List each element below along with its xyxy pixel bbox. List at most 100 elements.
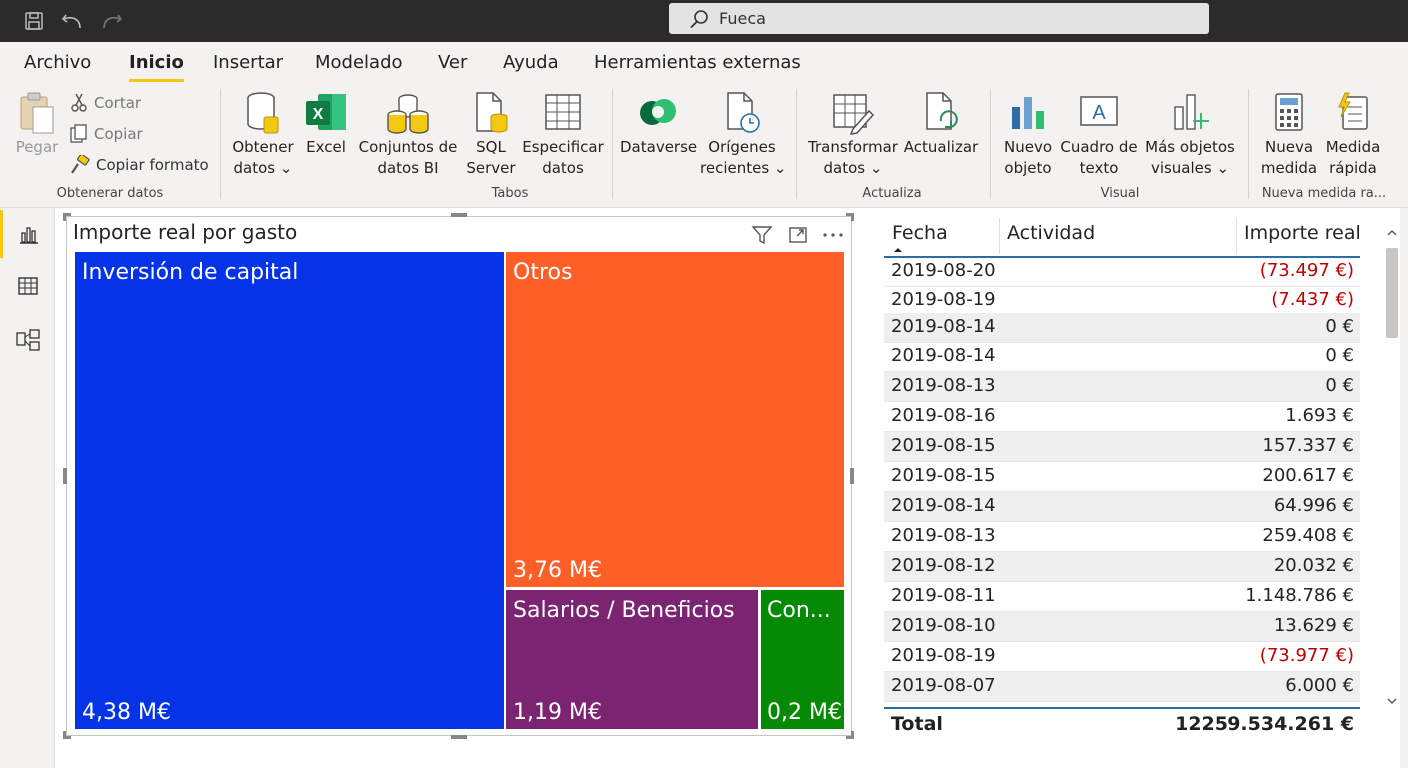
new-visual-button[interactable]: Nuevo objeto bbox=[1000, 91, 1056, 179]
datasets-button[interactable]: Conjuntos de datos BI bbox=[358, 91, 458, 179]
bar-chart-icon bbox=[1012, 97, 1044, 129]
cell-importe: 200.617 € bbox=[1262, 465, 1354, 486]
recent-sources-button[interactable]: Orígenes recientes ⌄ bbox=[700, 91, 786, 179]
table-row[interactable]: 2019-08-16 1.693 € bbox=[884, 402, 1360, 432]
table-row[interactable]: 2019-08-15 157.337 € bbox=[884, 432, 1360, 462]
more-options-icon[interactable] bbox=[821, 223, 845, 247]
resize-handle[interactable] bbox=[63, 468, 67, 484]
format-painter-button[interactable]: Copiar formato bbox=[70, 155, 209, 175]
more-visuals-button[interactable]: Más objetos visuales ⌄ bbox=[1142, 91, 1238, 179]
sql-server-button[interactable]: SQL Server bbox=[466, 91, 516, 179]
cell-importe: 0 € bbox=[1325, 316, 1354, 337]
tab-ver[interactable]: Ver bbox=[438, 52, 467, 82]
cut-label: Cortar bbox=[94, 94, 142, 112]
model-view-icon[interactable] bbox=[0, 316, 55, 364]
new-measure-button[interactable]: Nueva medida bbox=[1258, 91, 1320, 179]
tab-herramientas-externas[interactable]: Herramientas externas bbox=[594, 52, 801, 82]
table-row[interactable]: 2019-08-14 0 € bbox=[884, 342, 1360, 372]
scrollbar-thumb[interactable] bbox=[1386, 248, 1398, 338]
dataverse-button[interactable]: Dataverse bbox=[620, 91, 697, 158]
quick-measure-button[interactable]: Medida rápida bbox=[1322, 91, 1384, 179]
table-row[interactable]: 2019-08-13 259.408 € bbox=[884, 522, 1360, 552]
table-row[interactable]: 2019-08-13 0 € bbox=[884, 372, 1360, 402]
tab-inicio[interactable]: Inicio bbox=[129, 52, 184, 82]
resize-handle[interactable] bbox=[850, 468, 854, 484]
table-row[interactable]: 2019-08-19 (73.977 €) bbox=[884, 642, 1360, 672]
resize-handle[interactable] bbox=[63, 731, 66, 739]
group-label-visual: Visual bbox=[1100, 186, 1140, 201]
column-header-actividad[interactable]: Actividad bbox=[1007, 222, 1095, 244]
sql-label-2: Server bbox=[466, 159, 516, 177]
column-header-fecha[interactable]: Fecha bbox=[892, 222, 948, 244]
textbox-button[interactable]: A Cuadro de texto bbox=[1058, 91, 1140, 179]
treemap-tile-inversion[interactable]: Inversión de capital 4,38 M€ bbox=[75, 252, 504, 729]
focus-mode-icon[interactable] bbox=[786, 223, 810, 247]
cell-importe: (73.977 €) bbox=[1259, 645, 1354, 666]
transform-data-icon bbox=[833, 94, 875, 135]
copy-button[interactable]: Copiar bbox=[70, 124, 143, 144]
refresh-button[interactable]: Actualizar bbox=[902, 91, 980, 158]
cell-fecha: 2019-08-14 bbox=[891, 345, 996, 366]
svg-text:X: X bbox=[313, 106, 324, 123]
table-row[interactable]: 2019-08-20 (73.497 €) bbox=[884, 257, 1360, 287]
total-label: Total bbox=[891, 713, 943, 735]
quick-measure-label-2: rápida bbox=[1329, 159, 1377, 177]
treemap-tile-con[interactable]: Con... 0,2 M€ bbox=[761, 590, 844, 729]
cut-button[interactable]: Cortar bbox=[70, 93, 141, 113]
cell-importe: 13.629 € bbox=[1273, 615, 1354, 636]
resize-handle[interactable] bbox=[63, 213, 66, 221]
enter-data-button[interactable]: Especificar datos bbox=[522, 91, 604, 179]
resize-handle[interactable] bbox=[451, 213, 467, 217]
header-separator bbox=[999, 218, 1000, 254]
table-row[interactable]: 2019-08-12 20.032 € bbox=[884, 552, 1360, 582]
tab-insertar[interactable]: Insertar bbox=[213, 52, 283, 82]
table-visual[interactable]: Fecha Actividad Importe real 2019-08-20 (… bbox=[884, 214, 1364, 744]
copy-icon bbox=[70, 124, 87, 143]
save-icon[interactable] bbox=[22, 9, 46, 33]
data-view-icon[interactable] bbox=[0, 262, 55, 310]
refresh-icon bbox=[926, 92, 958, 130]
get-data-label-1: Obtener bbox=[232, 138, 294, 156]
table-row[interactable]: 2019-08-07 6.000 € bbox=[884, 672, 1360, 702]
excel-button[interactable]: X Excel bbox=[302, 91, 350, 158]
column-header-importe[interactable]: Importe real bbox=[1244, 222, 1361, 244]
scroll-down-icon[interactable] bbox=[1385, 696, 1399, 706]
report-view-icon[interactable] bbox=[0, 210, 55, 258]
search-box[interactable]: Fueca bbox=[669, 3, 1209, 34]
tile-label: Salarios / Beneficios bbox=[513, 598, 735, 623]
table-row[interactable]: 2019-08-19 (7.437 €) bbox=[884, 286, 1360, 316]
resize-handle[interactable] bbox=[451, 735, 467, 739]
tile-label: Inversión de capital bbox=[82, 260, 299, 285]
tab-archivo[interactable]: Archivo bbox=[24, 52, 91, 82]
filter-icon[interactable] bbox=[750, 223, 774, 247]
table-scrollbar[interactable] bbox=[1385, 216, 1399, 712]
tab-modelado[interactable]: Modelado bbox=[315, 52, 403, 82]
textbox-label-1: Cuadro de bbox=[1060, 138, 1138, 156]
cell-importe: 20.032 € bbox=[1273, 555, 1354, 576]
treemap-tile-salarios[interactable]: Salarios / Beneficios 1,19 M€ bbox=[506, 590, 758, 729]
tile-value: 3,76 M€ bbox=[513, 558, 602, 583]
table-row[interactable]: 2019-08-10 13.629 € bbox=[884, 612, 1360, 642]
undo-icon[interactable] bbox=[60, 9, 84, 33]
table-row[interactable]: 2019-08-15 200.617 € bbox=[884, 462, 1360, 492]
table-row[interactable]: 2019-08-11 1.148.786 € bbox=[884, 582, 1360, 612]
treemap-tile-otros[interactable]: Otros 3,76 M€ bbox=[506, 252, 844, 587]
cell-fecha: 2019-08-10 bbox=[891, 615, 996, 636]
ribbon-separator bbox=[796, 89, 797, 199]
textbox-label-2: texto bbox=[1079, 159, 1119, 177]
paintbrush-icon bbox=[71, 155, 90, 174]
transform-data-button[interactable]: Transformar datos ⌄ bbox=[806, 91, 900, 179]
resize-handle[interactable] bbox=[851, 731, 854, 739]
redo-icon[interactable] bbox=[100, 9, 124, 33]
table-row[interactable]: 2019-08-14 0 € bbox=[884, 313, 1360, 343]
paste-button[interactable]: Pegar bbox=[14, 91, 60, 158]
scroll-up-icon[interactable] bbox=[1385, 228, 1399, 238]
tile-label: Con... bbox=[767, 598, 831, 623]
tile-value: 1,19 M€ bbox=[513, 700, 602, 725]
cell-fecha: 2019-08-19 bbox=[891, 645, 996, 666]
table-row[interactable]: 2019-08-14 64.996 € bbox=[884, 492, 1360, 522]
get-data-button[interactable]: Obtener datos ⌄ bbox=[230, 91, 296, 179]
resize-handle[interactable] bbox=[851, 213, 854, 221]
tab-ayuda[interactable]: Ayuda bbox=[503, 52, 559, 82]
format-painter-label: Copiar formato bbox=[96, 156, 209, 174]
